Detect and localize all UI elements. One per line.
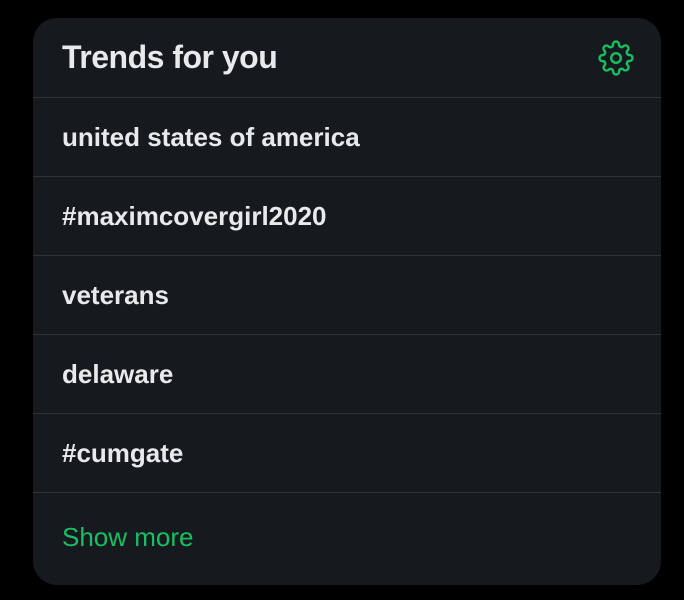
trend-item[interactable]: united states of america xyxy=(33,98,661,177)
trend-label: delaware xyxy=(62,358,174,389)
trend-label: #maximcovergirl2020 xyxy=(62,200,327,231)
trends-title: Trends for you xyxy=(62,39,278,75)
trend-label: #cumgate xyxy=(62,437,184,468)
show-more-link[interactable]: Show more xyxy=(33,493,661,581)
trend-item[interactable]: veterans xyxy=(33,256,661,335)
trends-panel: Trends for you united states of america … xyxy=(33,18,661,585)
trend-item[interactable]: delaware xyxy=(33,335,661,414)
gear-icon xyxy=(598,39,634,76)
settings-button[interactable] xyxy=(597,39,635,77)
trend-label: veterans xyxy=(62,279,169,310)
trends-header: Trends for you xyxy=(33,18,661,98)
trend-item[interactable]: #cumgate xyxy=(33,414,661,493)
show-more-label: Show more xyxy=(62,521,194,552)
trend-item[interactable]: #maximcovergirl2020 xyxy=(33,177,661,256)
trend-label: united states of america xyxy=(62,121,360,152)
